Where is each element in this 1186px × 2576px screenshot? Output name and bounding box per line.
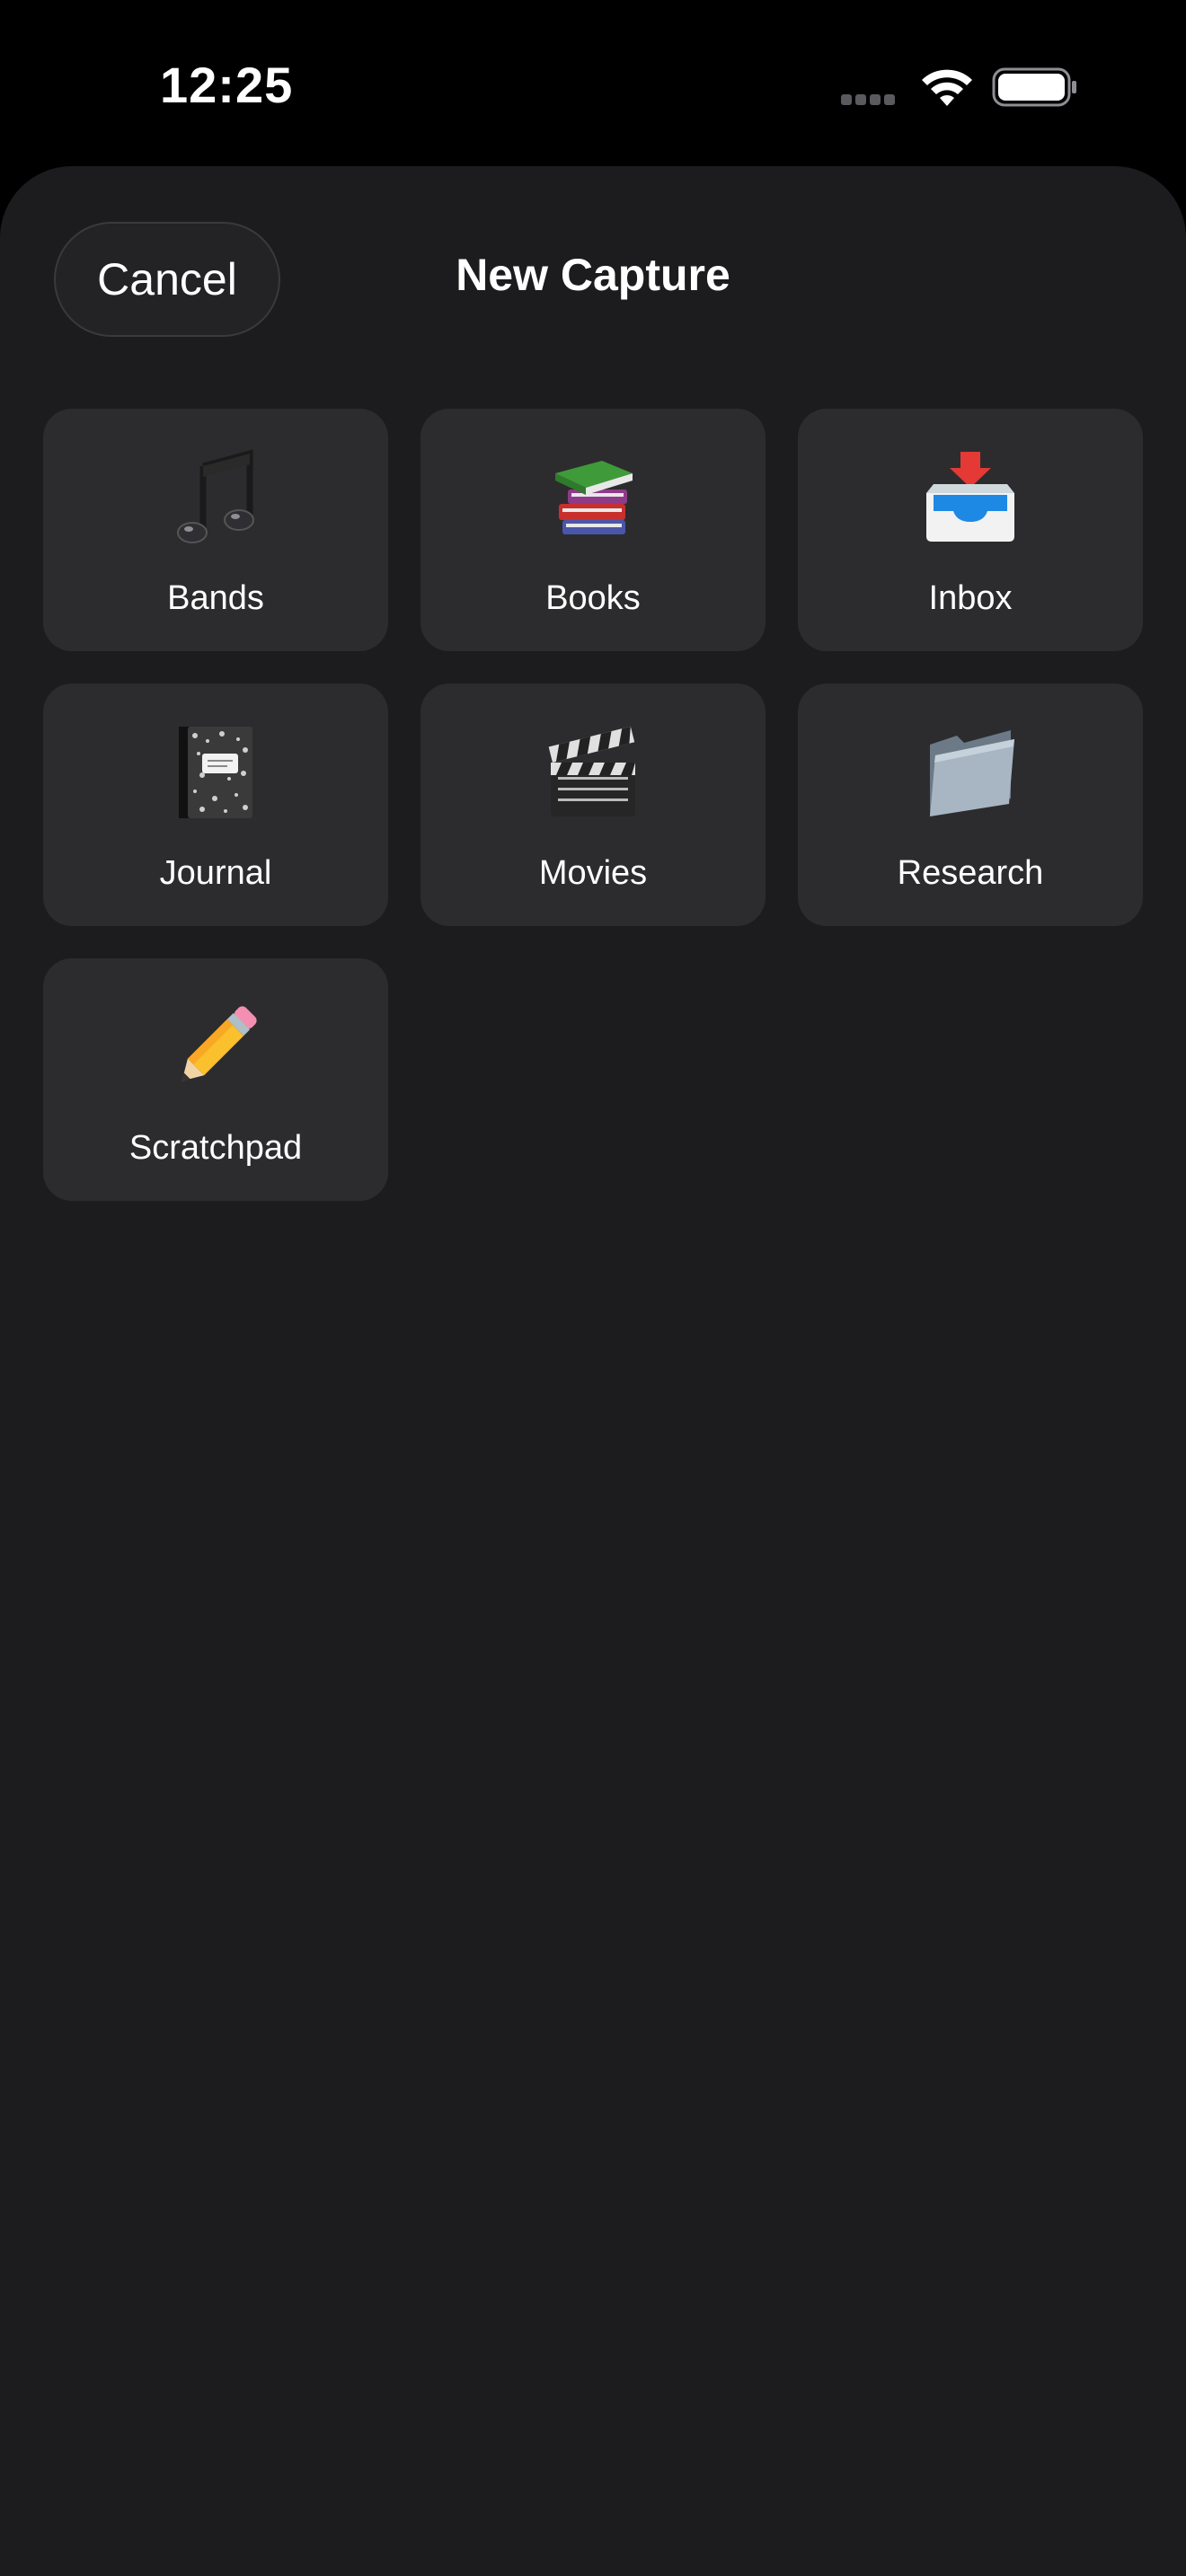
tile-label: Bands: [167, 579, 264, 617]
status-bar: 12:25: [0, 0, 1186, 166]
clapper-board-icon: [420, 723, 766, 822]
tile-books[interactable]: Books: [420, 409, 766, 651]
stack-of-books-icon: [420, 448, 766, 547]
pencil-icon: [43, 998, 388, 1097]
tile-label: Movies: [538, 854, 648, 892]
tile-label: Inbox: [928, 579, 1013, 617]
tile-label: Journal: [159, 854, 272, 892]
tile-movies[interactable]: Movies: [420, 684, 766, 926]
new-capture-sheet: Cancel New Capture Bands Books Inbox Jou…: [0, 166, 1186, 2576]
cellular-signal-icon: [841, 93, 900, 106]
musical-notes-icon: [43, 448, 388, 547]
tile-label: Scratchpad: [128, 1129, 303, 1167]
folder-icon: [798, 723, 1143, 822]
capture-destination-grid: Bands Books Inbox Journal Movies Researc…: [43, 409, 1143, 1201]
tile-journal[interactable]: Journal: [43, 684, 388, 926]
wifi-icon: [922, 69, 972, 106]
battery-icon: [992, 67, 1076, 107]
tile-inbox[interactable]: Inbox: [798, 409, 1143, 651]
tile-label: Books: [545, 579, 641, 617]
tile-research[interactable]: Research: [798, 684, 1143, 926]
tile-bands[interactable]: Bands: [43, 409, 388, 651]
tile-label: Research: [897, 854, 1044, 892]
status-time: 12:25: [160, 57, 294, 113]
tile-scratchpad[interactable]: Scratchpad: [43, 958, 388, 1201]
composition-notebook-icon: [43, 723, 388, 822]
sheet-title: New Capture: [456, 250, 730, 300]
inbox-tray-icon: [798, 448, 1143, 547]
